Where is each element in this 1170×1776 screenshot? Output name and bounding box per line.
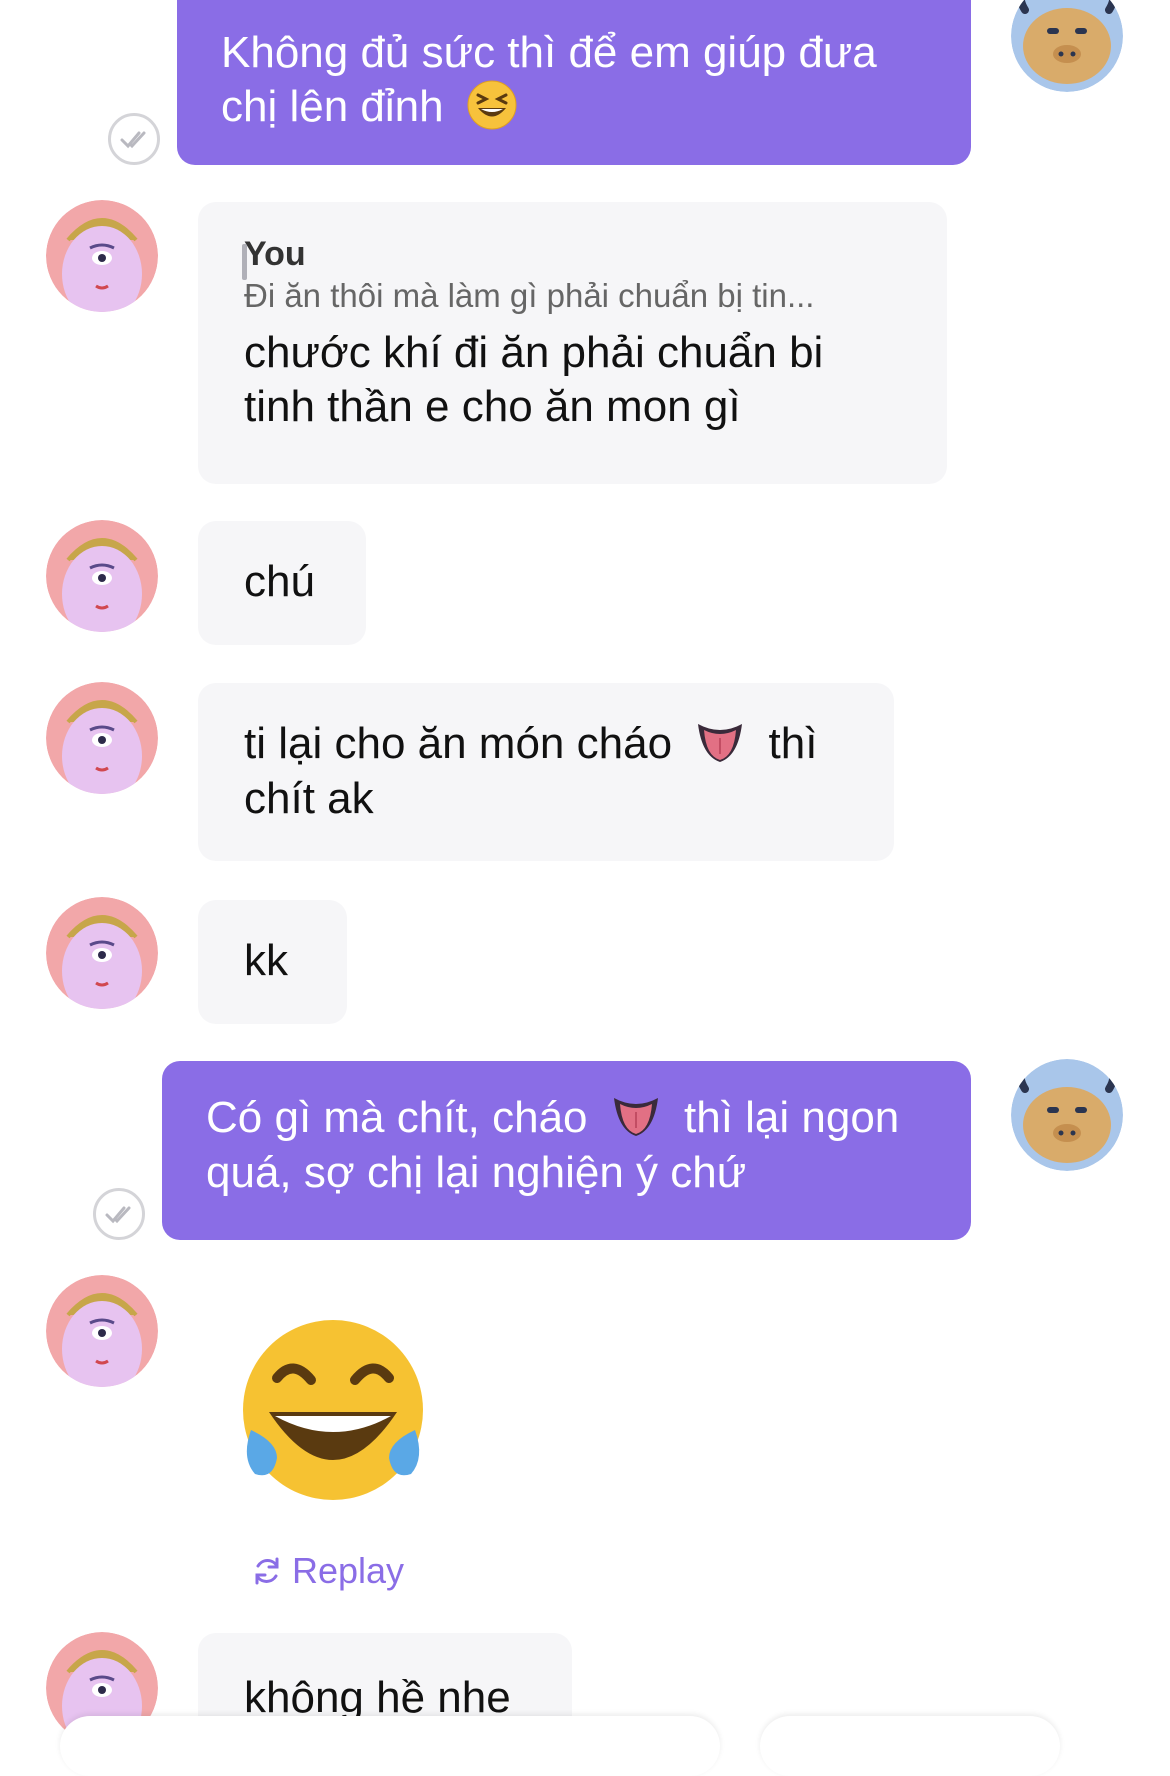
- ox-avatar[interactable]: [1011, 1059, 1123, 1171]
- alien-avatar[interactable]: [46, 1275, 158, 1387]
- face-with-tears-of-joy-icon[interactable]: [233, 1318, 433, 1508]
- bottom-overlay: [0, 1712, 1170, 1776]
- mouth-tongue-icon: [613, 1098, 658, 1137]
- double-check-icon: [93, 1188, 145, 1240]
- ox-avatar[interactable]: [1011, 0, 1123, 92]
- replay-icon: [255, 1557, 279, 1585]
- message-text: chước khí đi ăn phải chuẩn bi tinh thần …: [244, 328, 824, 431]
- message-text: ti lại cho ăn món cháo: [244, 719, 673, 768]
- incoming-bubble[interactable]: kk: [198, 900, 347, 1024]
- replay-button[interactable]: Replay: [250, 1550, 404, 1592]
- grinning-squinting-face-icon: [467, 80, 517, 130]
- incoming-bubble[interactable]: ti lại cho ăn món cháo thì chít ak: [198, 683, 894, 861]
- alien-avatar[interactable]: [46, 200, 158, 312]
- outgoing-bubble[interactable]: Không đủ sức thì để em giúp đưa chị lên …: [177, 0, 971, 165]
- quote-author: You: [244, 235, 306, 273]
- alien-avatar[interactable]: [46, 682, 158, 794]
- incoming-bubble[interactable]: You Đi ăn thôi mà làm gì phải chuẩn bị t…: [198, 202, 947, 484]
- message-text: Có gì mà chít, cháo: [206, 1093, 588, 1142]
- outgoing-bubble[interactable]: Có gì mà chít, cháo thì lại ngon quá, sợ…: [162, 1061, 971, 1240]
- quoted-message[interactable]: You Đi ăn thôi mà làm gì phải chuẩn bị t…: [244, 234, 901, 318]
- quote-bar: [242, 244, 247, 280]
- double-check-icon: [108, 113, 160, 165]
- alien-avatar[interactable]: [46, 897, 158, 1009]
- message-text: chú: [244, 557, 315, 606]
- alien-avatar[interactable]: [46, 520, 158, 632]
- message-text: kk: [244, 936, 288, 985]
- incoming-bubble[interactable]: chú: [198, 521, 366, 645]
- replay-label: Replay: [292, 1550, 405, 1591]
- message-text: Không đủ sức thì để em giúp đưa chị lên …: [221, 28, 877, 131]
- mouth-tongue-icon: [698, 724, 743, 763]
- quote-text: Đi ăn thôi mà làm gì phải chuẩn bị tin..…: [244, 277, 815, 314]
